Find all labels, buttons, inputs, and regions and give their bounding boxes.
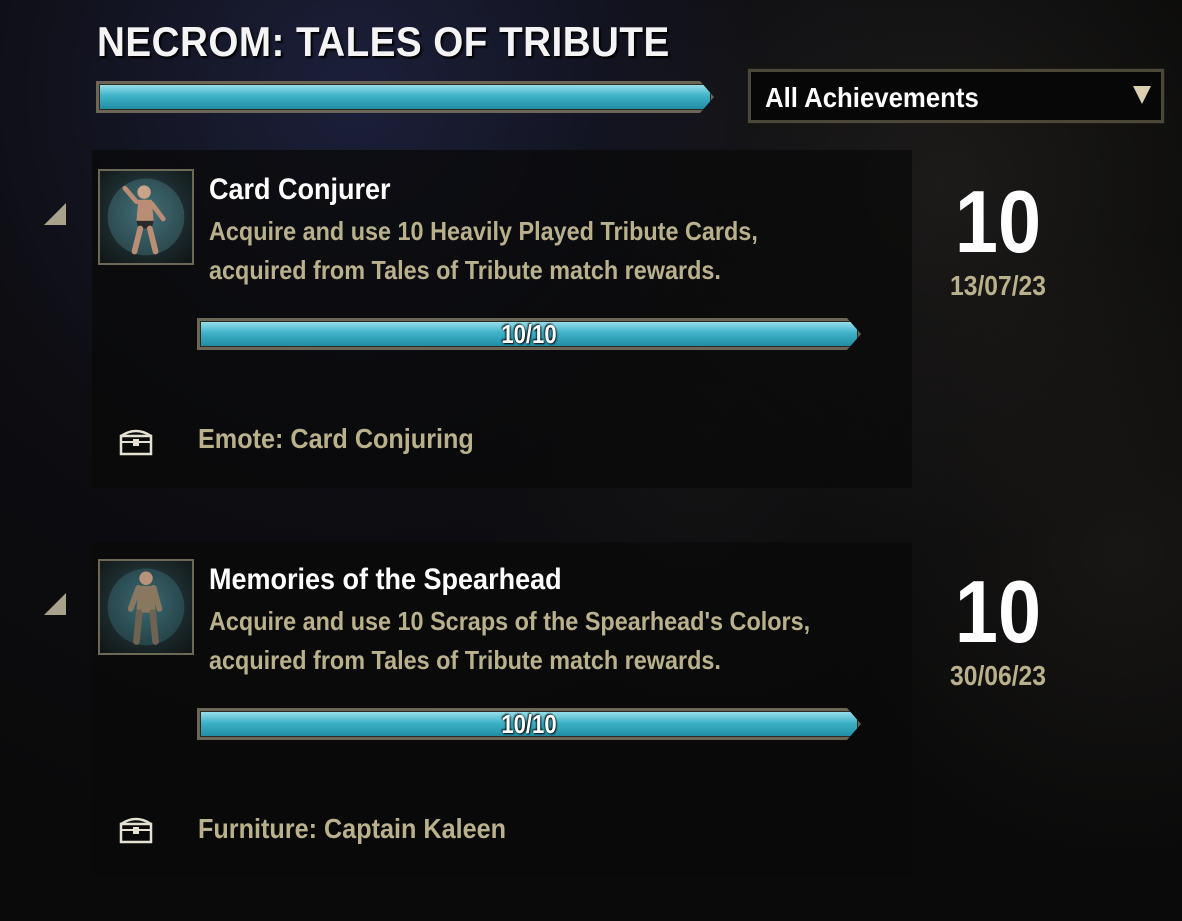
expand-arrow-icon[interactable] [44, 203, 66, 225]
achievement-name: Memories of the Spearhead [209, 563, 562, 596]
achievement-progress-bar: 10/10 [197, 318, 861, 350]
achievement-progress-label: 10/10 [501, 708, 557, 739]
achievement-date: 13/07/23 [950, 270, 1046, 301]
achievement-description-line1: Acquire and use 10 Scraps of the Spearhe… [209, 606, 811, 636]
achievement-icon [98, 169, 194, 265]
filter-selected-label: All Achievements [765, 82, 979, 113]
dancing-figure-icon [107, 178, 185, 256]
treasure-chest-icon [119, 429, 153, 456]
achievement-points: 10 [954, 172, 1042, 271]
achievement-icon [98, 559, 194, 655]
chevron-down-icon[interactable] [1133, 86, 1151, 104]
achievement-reward: Furniture: Captain Kaleen [198, 813, 507, 844]
expand-arrow-icon[interactable] [44, 593, 66, 615]
achievement-date: 30/06/23 [950, 660, 1046, 691]
achievement-reward: Emote: Card Conjuring [198, 423, 474, 454]
treasure-chest-icon [119, 817, 153, 844]
achievement-name: Card Conjurer [209, 173, 391, 206]
captain-figure-icon [107, 568, 185, 646]
achievement-description-line2: acquired from Tales of Tribute match rew… [209, 255, 721, 285]
achievement-progress-label: 10/10 [501, 318, 557, 349]
category-progress-bar [96, 81, 714, 113]
achievement-progress-bar: 10/10 [197, 708, 861, 740]
achievement-filter-dropdown[interactable]: All Achievements [748, 69, 1164, 123]
achievement-description-line2: acquired from Tales of Tribute match rew… [209, 645, 721, 675]
category-title: NECROM: TALES OF TRIBUTE [97, 18, 670, 65]
achievement-description-line1: Acquire and use 10 Heavily Played Tribut… [209, 216, 758, 246]
achievement-points: 10 [954, 562, 1042, 661]
